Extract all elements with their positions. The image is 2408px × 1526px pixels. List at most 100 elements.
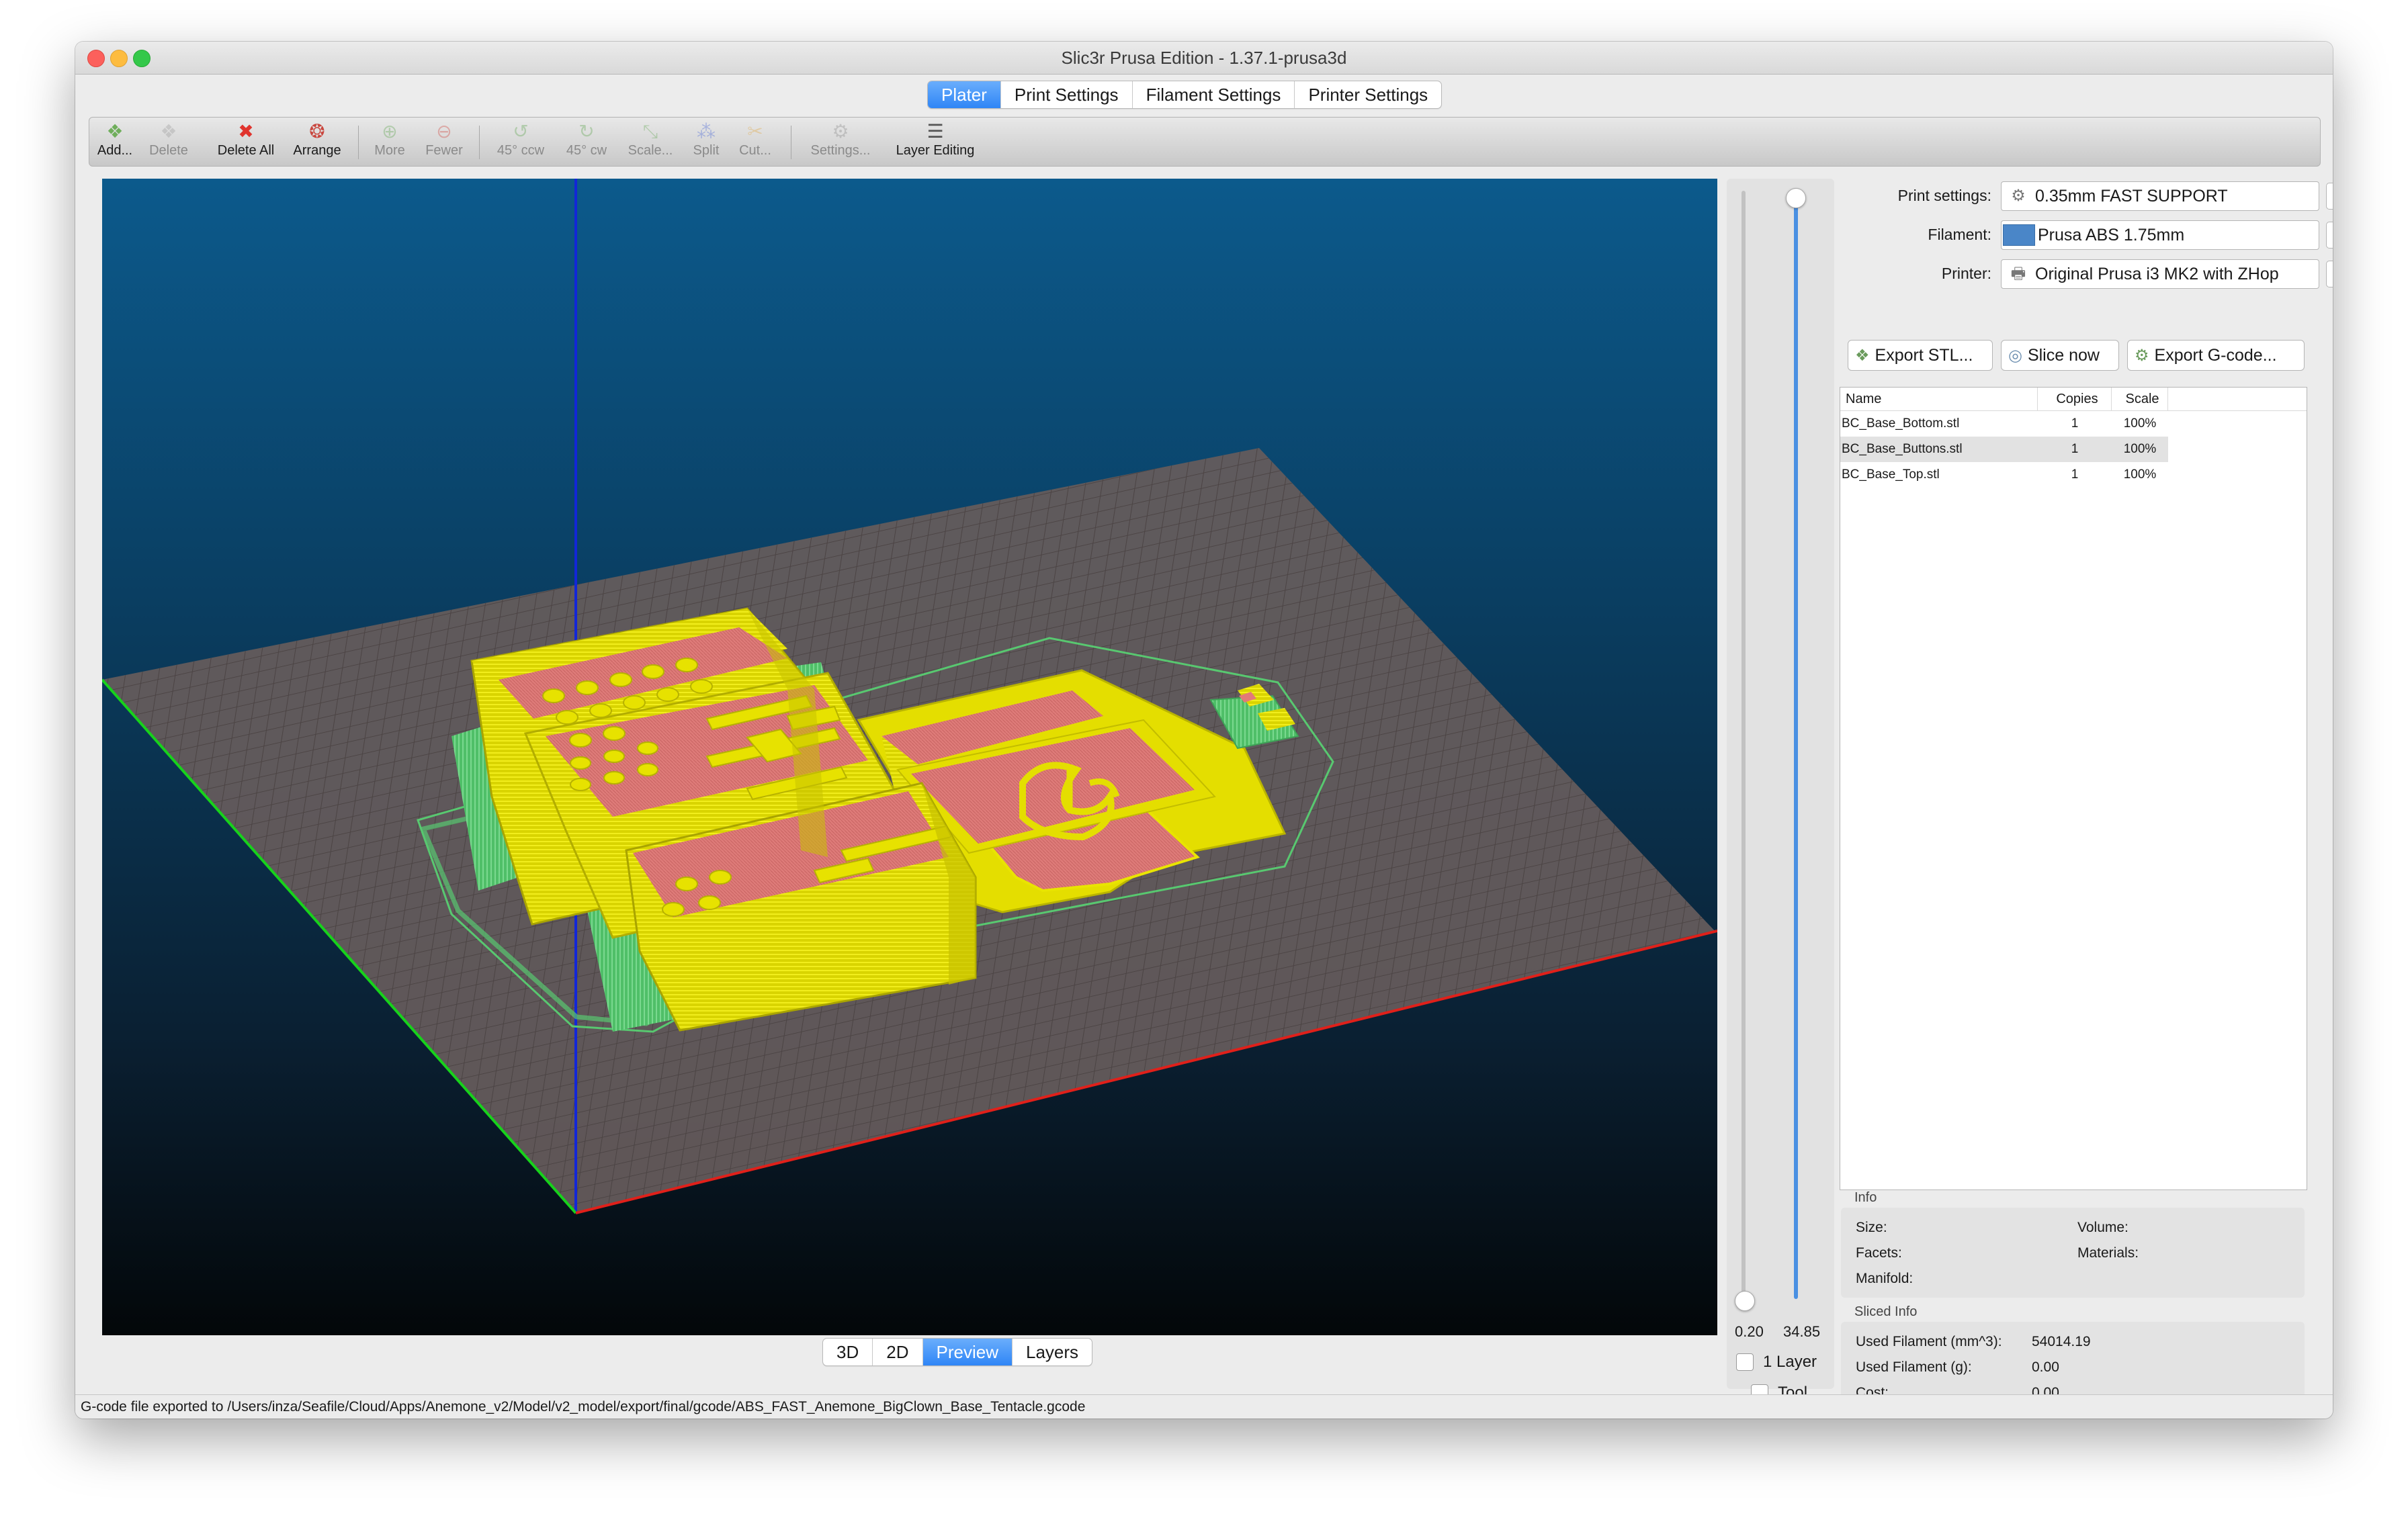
- rotate-cw-button[interactable]: ↻ 45° cw: [557, 122, 616, 159]
- info-materials-label: Materials:: [2077, 1245, 2139, 1261]
- tab-preview[interactable]: Preview: [922, 1339, 1012, 1365]
- printer-combo[interactable]: 🖶 Original Prusa i3 MK2 with ZHop: [2001, 259, 2319, 289]
- object-name: BC_Base_Top.stl: [1842, 467, 1940, 482]
- delete-button[interactable]: ❖ Delete: [143, 122, 194, 159]
- slice-now-button[interactable]: ◎ Slice now: [2001, 340, 2119, 371]
- export-gcode-button[interactable]: ⚙ Export G-code...: [2127, 340, 2305, 371]
- layers-icon: ☰: [927, 121, 944, 142]
- toolbar: ❖ Add... ❖ Delete ✖ Delete All ❂ Arrange…: [89, 117, 2321, 167]
- layer-editing-button[interactable]: ☰ Layer Editing: [885, 122, 986, 159]
- filament-combo[interactable]: Prusa ABS 1.75mm: [2001, 220, 2319, 250]
- table-row[interactable]: BC_Base_Bottom.stl 1 100%: [1840, 411, 2307, 437]
- scale-icon: ⤡: [642, 121, 658, 142]
- rotate-ccw-icon: ↺: [513, 121, 529, 142]
- scale-button[interactable]: ⤡ Scale...: [620, 122, 681, 159]
- used-filament-mm3-label: Used Filament (mm^3):: [1856, 1334, 2002, 1349]
- minimize-window-button[interactable]: [110, 50, 128, 67]
- rotate-ccw-button[interactable]: ↺ 45° ccw: [488, 122, 553, 159]
- main-tabs: Plater Print Settings Filament Settings …: [927, 81, 1443, 109]
- object-scale: 100%: [2112, 437, 2168, 462]
- arrange-button[interactable]: ❂ Arrange: [287, 122, 347, 159]
- object-copies: 1: [2038, 437, 2112, 462]
- cut-button[interactable]: ✂ Cut...: [730, 122, 780, 159]
- tab-3d[interactable]: 3D: [823, 1339, 872, 1365]
- layer-min-value: 0.20: [1735, 1323, 1764, 1340]
- print-settings-combo[interactable]: ⚙ 0.35mm FAST SUPPORT: [2001, 181, 2319, 211]
- object-list[interactable]: Name Copies Scale BC_Base_Bottom.stl 1 1…: [1840, 387, 2307, 1190]
- export-stl-button[interactable]: ❖ Export STL...: [1848, 340, 1993, 371]
- object-name: BC_Base_Bottom.stl: [1842, 416, 1960, 431]
- export-gcode-icon: ⚙: [2135, 346, 2149, 365]
- delete-all-x-icon: ✖: [238, 121, 254, 142]
- status-text: G-code file exported to /Users/inza/Seaf…: [81, 1399, 1086, 1415]
- printer-dropdown-button[interactable]: ⌄: [2326, 261, 2333, 287]
- filament-color-swatch[interactable]: [2003, 224, 2035, 246]
- layer-slider-panel: 0.20 34.85 1 Layer Tool: [1727, 179, 1834, 1402]
- table-row[interactable]: BC_Base_Top.stl 1 100%: [1840, 462, 2307, 488]
- 3d-preview-canvas[interactable]: [102, 179, 1717, 1335]
- minus-circle-icon: ⊖: [436, 121, 452, 142]
- action-buttons: ❖ Export STL... ◎ Slice now ⚙ Export G-c…: [1840, 340, 2330, 375]
- object-list-header: Name Copies Scale: [1840, 388, 2307, 411]
- tab-print-settings[interactable]: Print Settings: [1000, 81, 1132, 108]
- fewer-button[interactable]: ⊖ Fewer: [417, 122, 471, 159]
- arrange-icon: ❂: [309, 121, 325, 142]
- info-size-label: Size:: [1856, 1220, 1887, 1235]
- info-box: Size: Volume: Facets: Materials: Manifol…: [1841, 1208, 2305, 1298]
- bed-scene: [102, 179, 1717, 1214]
- add-shapes-icon: ❖: [106, 121, 124, 142]
- object-copies: 1: [2071, 467, 2079, 482]
- status-bar: G-code file exported to /Users/inza/Seaf…: [75, 1394, 2333, 1419]
- split-button[interactable]: ⁂ Split: [685, 122, 728, 159]
- object-scale: 100%: [2123, 416, 2157, 431]
- info-facets-label: Facets:: [1856, 1245, 1902, 1261]
- layer-slider-track-lower[interactable]: [1742, 191, 1746, 1299]
- column-header-name[interactable]: Name: [1840, 388, 2038, 410]
- one-layer-checkbox[interactable]: [1736, 1353, 1754, 1371]
- table-row-selected[interactable]: BC_Base_Buttons.stl 1 100%: [1840, 437, 2307, 462]
- one-layer-checkbox-row[interactable]: 1 Layer: [1736, 1353, 1817, 1372]
- zoom-window-button[interactable]: [133, 50, 150, 67]
- sliced-info-group-title: Sliced Info: [1854, 1304, 1918, 1319]
- used-filament-mm3-value: 54014.19: [2032, 1334, 2091, 1349]
- print-settings-label: Print settings:: [1897, 187, 1991, 204]
- tab-plater[interactable]: Plater: [928, 81, 1000, 108]
- tab-filament-settings[interactable]: Filament Settings: [1131, 81, 1295, 108]
- print-settings-dropdown-button[interactable]: ⌄: [2326, 183, 2333, 210]
- info-manifold-label: Manifold:: [1856, 1271, 1914, 1286]
- tab-2d[interactable]: 2D: [872, 1339, 922, 1365]
- layer-max-value: 34.85: [1783, 1323, 1821, 1340]
- object-copies: 1: [2071, 416, 2079, 431]
- object-scale: 100%: [2123, 467, 2157, 482]
- layer-slider-max-handle[interactable]: [1786, 188, 1806, 208]
- gear-icon: ⚙: [832, 121, 849, 142]
- printer-row: Printer: 🖶 Original Prusa i3 MK2 with ZH…: [1840, 257, 2333, 290]
- app-window: Slic3r Prusa Edition - 1.37.1-prusa3d Pl…: [75, 42, 2333, 1419]
- rotate-cw-icon: ↻: [578, 121, 595, 142]
- cut-icon: ✂: [747, 121, 763, 142]
- object-settings-button[interactable]: ⚙ Settings...: [800, 122, 881, 159]
- slice-icon: ◎: [2008, 346, 2022, 365]
- delete-all-button[interactable]: ✖ Delete All: [209, 122, 283, 159]
- used-filament-g-value: 0.00: [2032, 1359, 2059, 1375]
- tab-printer-settings[interactable]: Printer Settings: [1294, 81, 1441, 108]
- title-bar: Slic3r Prusa Edition - 1.37.1-prusa3d: [75, 42, 2333, 75]
- layer-slider-min-handle[interactable]: [1735, 1291, 1755, 1311]
- tab-layers[interactable]: Layers: [1011, 1339, 1092, 1365]
- filament-row: Filament: Prusa ABS 1.75mm ⌄: [1840, 218, 2333, 251]
- toolbar-separator: [479, 126, 480, 159]
- close-window-button[interactable]: [87, 50, 105, 67]
- print-settings-row: Print settings: ⚙ 0.35mm FAST SUPPORT ⌄: [1840, 179, 2333, 212]
- layer-slider-track-upper[interactable]: [1794, 197, 1798, 1299]
- toolbar-separator: [358, 126, 359, 159]
- right-panel: Print settings: ⚙ 0.35mm FAST SUPPORT ⌄ …: [1840, 179, 2333, 1410]
- printer-label: Printer:: [1941, 265, 1991, 282]
- column-header-scale[interactable]: Scale: [2112, 388, 2168, 410]
- used-filament-g-label: Used Filament (g):: [1856, 1359, 1972, 1375]
- column-header-copies[interactable]: Copies: [2038, 388, 2112, 410]
- add-button[interactable]: ❖ Add...: [93, 122, 136, 159]
- info-group-title: Info: [1854, 1190, 1877, 1205]
- delete-icon: ❖: [160, 121, 177, 142]
- more-button[interactable]: ⊕ More: [366, 122, 413, 159]
- filament-dropdown-button[interactable]: ⌄: [2326, 222, 2333, 249]
